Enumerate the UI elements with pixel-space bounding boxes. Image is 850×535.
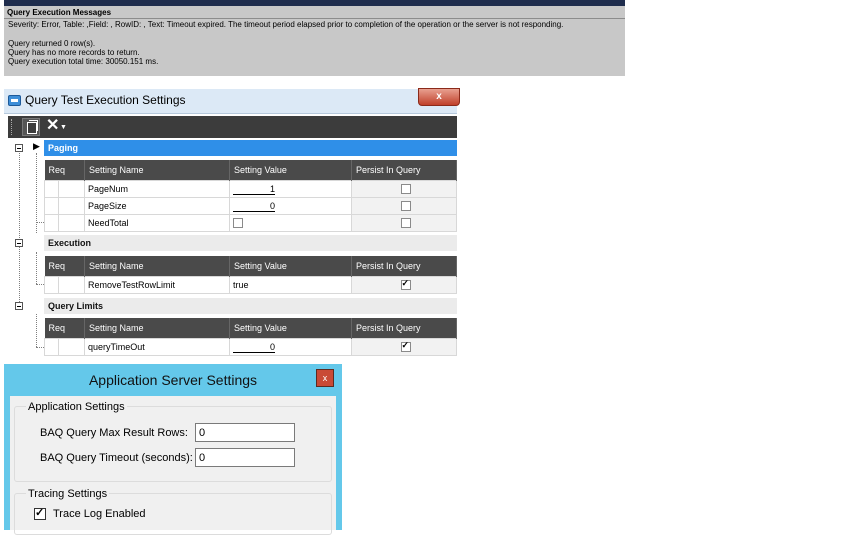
persist-checkbox[interactable] (400, 340, 411, 353)
setting-value-input[interactable]: 0 (233, 201, 276, 212)
delete-icon[interactable]: ✕ (46, 117, 59, 135)
req-cell (57, 338, 86, 356)
query-timeout-label: BAQ Query Timeout (seconds): (40, 452, 193, 464)
persist-checkbox[interactable] (400, 218, 411, 229)
window-title: Application Server Settings (88, 372, 258, 388)
dropdown-arrow-icon[interactable]: ▼ (60, 124, 67, 131)
table-row[interactable]: RemoveTestRowLimit true (44, 276, 457, 294)
req-indicator (44, 214, 59, 232)
req-cell (57, 197, 86, 215)
query-limits-settings-grid: Req Setting Name Setting Value Persist I… (44, 318, 457, 356)
tree-line (36, 252, 37, 284)
persist-checkbox[interactable] (400, 278, 411, 291)
tree-line (36, 314, 37, 347)
application-settings-label: Application Settings (26, 401, 127, 413)
application-settings-group (14, 406, 332, 482)
message-line: Severity: Error, Table: ,Field: , RowID:… (8, 20, 564, 29)
trace-log-checkbox[interactable] (34, 506, 46, 520)
group-header-paging[interactable]: Paging (44, 140, 457, 156)
setting-name-cell: queryTimeOut (84, 338, 231, 356)
collapse-query-limits-icon[interactable] (15, 302, 23, 310)
req-cell (57, 214, 86, 232)
window-icon (8, 95, 21, 106)
req-cell (57, 276, 86, 294)
messages-title: Query Execution Messages (7, 8, 112, 17)
column-header-req[interactable]: Req (44, 256, 86, 277)
setting-name-cell: PageSize (84, 197, 231, 215)
column-header-setting-name[interactable]: Setting Name (84, 318, 231, 339)
column-header-setting-value[interactable]: Setting Value (229, 256, 353, 277)
table-row[interactable]: PageSize 0 (44, 197, 457, 215)
row-selector-arrow-icon: ▶ (33, 141, 40, 151)
column-header-setting-value[interactable]: Setting Value (229, 318, 353, 339)
req-cell (57, 180, 86, 198)
column-header-persist[interactable]: Persist In Query (351, 160, 457, 181)
trace-log-label[interactable]: Trace Log Enabled (53, 508, 146, 520)
persist-checkbox[interactable] (400, 184, 411, 195)
persist-cell[interactable] (351, 338, 457, 356)
req-indicator (44, 197, 59, 215)
collapse-execution-icon[interactable] (15, 239, 23, 247)
column-header-setting-name[interactable]: Setting Name (84, 256, 231, 277)
tracing-settings-label: Tracing Settings (26, 488, 110, 500)
table-row[interactable]: PageNum 1 (44, 180, 457, 198)
application-server-settings-window: Application Server Settings x Applicatio… (4, 364, 342, 535)
persist-cell[interactable] (351, 276, 457, 294)
persist-cell[interactable] (351, 214, 457, 232)
req-indicator (44, 276, 59, 294)
close-button[interactable]: x (418, 88, 460, 106)
collapse-paging-icon[interactable] (15, 144, 23, 152)
copy-icon[interactable] (22, 118, 40, 136)
setting-value-cell[interactable]: 1 (229, 180, 353, 198)
req-indicator (44, 338, 59, 356)
setting-name-cell: NeedTotal (84, 214, 231, 232)
column-header-persist[interactable]: Persist In Query (351, 256, 457, 277)
setting-value-cell[interactable]: 0 (229, 338, 353, 356)
column-header-setting-value[interactable]: Setting Value (229, 160, 353, 181)
execution-settings-grid: Req Setting Name Setting Value Persist I… (44, 256, 457, 294)
messages-divider (4, 18, 625, 19)
close-button[interactable]: x (316, 369, 334, 387)
window-title: Query Test Execution Settings (25, 93, 186, 107)
query-test-execution-settings-window: Query Test Execution Settings x ✕ ▼ ▶ Pa… (4, 88, 460, 361)
setting-value-cell[interactable] (229, 214, 353, 232)
message-line: Query execution total time: 30050.151 ms… (8, 57, 159, 66)
paging-settings-grid: Req Setting Name Setting Value Persist I… (44, 160, 457, 232)
tree-line (36, 153, 37, 233)
window-body: Application Settings BAQ Query Max Resul… (10, 396, 336, 535)
column-header-setting-name[interactable]: Setting Name (84, 160, 231, 181)
group-header-query-limits[interactable]: Query Limits (44, 298, 457, 314)
max-result-rows-input[interactable] (195, 423, 295, 442)
persist-cell[interactable] (351, 197, 457, 215)
max-result-rows-label: BAQ Query Max Result Rows: (40, 427, 188, 439)
tree-line (36, 222, 44, 223)
persist-checkbox[interactable] (400, 201, 411, 212)
column-header-req[interactable]: Req (44, 318, 86, 339)
req-indicator (44, 180, 59, 198)
table-row[interactable]: queryTimeOut 0 (44, 338, 457, 356)
toolbar-grip[interactable] (11, 119, 14, 135)
tree-line (36, 284, 44, 285)
group-header-execution[interactable]: Execution (44, 235, 457, 251)
column-header-persist[interactable]: Persist In Query (351, 318, 457, 339)
toolbar: ✕ ▼ (8, 116, 457, 138)
query-execution-messages-panel: Query Execution Messages Severity: Error… (4, 0, 625, 76)
table-row[interactable]: NeedTotal (44, 214, 457, 232)
setting-name-cell: RemoveTestRowLimit (84, 276, 231, 294)
message-line: Query returned 0 row(s). (8, 39, 96, 48)
message-line: Query has no more records to return. (8, 48, 140, 57)
setting-value-cell[interactable]: true (229, 276, 353, 294)
setting-value-input[interactable]: 0 (233, 342, 276, 353)
column-header-req[interactable]: Req (44, 160, 86, 181)
tree-line (36, 347, 44, 348)
tree-line (19, 148, 20, 308)
setting-value-checkbox[interactable] (233, 218, 244, 229)
setting-name-cell: PageNum (84, 180, 231, 198)
query-timeout-input[interactable] (195, 448, 295, 467)
setting-value-cell[interactable]: 0 (229, 197, 353, 215)
persist-cell[interactable] (351, 180, 457, 198)
setting-value-input[interactable]: 1 (233, 184, 276, 195)
